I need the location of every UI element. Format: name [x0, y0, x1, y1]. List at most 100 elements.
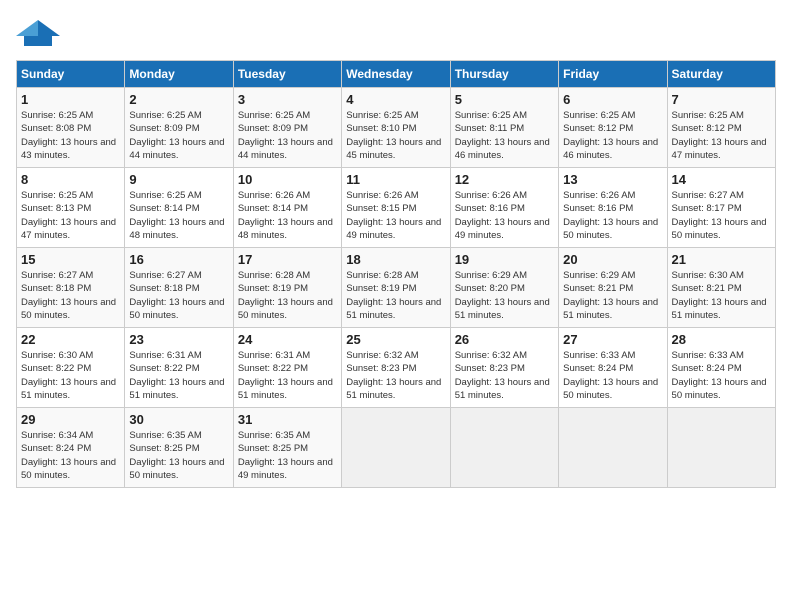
daylight-label: Daylight: 13 hours and 47 minutes. [21, 217, 116, 241]
daylight-label: Daylight: 13 hours and 50 minutes. [129, 457, 224, 481]
header-day-wednesday: Wednesday [342, 61, 450, 88]
sunrise-label: Sunrise: 6:35 AM [129, 430, 201, 441]
daylight-label: Daylight: 13 hours and 49 minutes. [346, 217, 441, 241]
day-info: Sunrise: 6:25 AM Sunset: 8:10 PM Dayligh… [346, 109, 445, 162]
sunset-label: Sunset: 8:19 PM [238, 283, 308, 294]
sunrise-label: Sunrise: 6:25 AM [563, 110, 635, 121]
sunset-label: Sunset: 8:25 PM [238, 443, 308, 454]
day-info: Sunrise: 6:25 AM Sunset: 8:14 PM Dayligh… [129, 189, 228, 242]
daylight-label: Daylight: 13 hours and 51 minutes. [455, 297, 550, 321]
day-number: 1 [21, 92, 120, 107]
day-number: 3 [238, 92, 337, 107]
calendar-cell: 27 Sunrise: 6:33 AM Sunset: 8:24 PM Dayl… [559, 328, 667, 408]
calendar-header: SundayMondayTuesdayWednesdayThursdayFrid… [17, 61, 776, 88]
calendar-cell [667, 408, 775, 488]
sunrise-label: Sunrise: 6:35 AM [238, 430, 310, 441]
calendar-cell: 18 Sunrise: 6:28 AM Sunset: 8:19 PM Dayl… [342, 248, 450, 328]
calendar-week-row: 15 Sunrise: 6:27 AM Sunset: 8:18 PM Dayl… [17, 248, 776, 328]
logo [16, 16, 64, 52]
sunset-label: Sunset: 8:20 PM [455, 283, 525, 294]
day-info: Sunrise: 6:26 AM Sunset: 8:16 PM Dayligh… [563, 189, 662, 242]
sunset-label: Sunset: 8:17 PM [672, 203, 742, 214]
sunset-label: Sunset: 8:19 PM [346, 283, 416, 294]
day-info: Sunrise: 6:32 AM Sunset: 8:23 PM Dayligh… [455, 349, 554, 402]
day-number: 15 [21, 252, 120, 267]
sunrise-label: Sunrise: 6:25 AM [455, 110, 527, 121]
day-number: 18 [346, 252, 445, 267]
daylight-label: Daylight: 13 hours and 49 minutes. [455, 217, 550, 241]
calendar-week-row: 22 Sunrise: 6:30 AM Sunset: 8:22 PM Dayl… [17, 328, 776, 408]
sunset-label: Sunset: 8:14 PM [238, 203, 308, 214]
sunrise-label: Sunrise: 6:29 AM [455, 270, 527, 281]
sunrise-label: Sunrise: 6:27 AM [21, 270, 93, 281]
sunset-label: Sunset: 8:08 PM [21, 123, 91, 134]
calendar-cell: 20 Sunrise: 6:29 AM Sunset: 8:21 PM Dayl… [559, 248, 667, 328]
sunrise-label: Sunrise: 6:31 AM [129, 350, 201, 361]
day-info: Sunrise: 6:32 AM Sunset: 8:23 PM Dayligh… [346, 349, 445, 402]
calendar-cell: 12 Sunrise: 6:26 AM Sunset: 8:16 PM Dayl… [450, 168, 558, 248]
day-number: 29 [21, 412, 120, 427]
calendar-cell: 28 Sunrise: 6:33 AM Sunset: 8:24 PM Dayl… [667, 328, 775, 408]
sunset-label: Sunset: 8:10 PM [346, 123, 416, 134]
calendar-cell: 24 Sunrise: 6:31 AM Sunset: 8:22 PM Dayl… [233, 328, 341, 408]
sunset-label: Sunset: 8:21 PM [563, 283, 633, 294]
calendar-cell: 2 Sunrise: 6:25 AM Sunset: 8:09 PM Dayli… [125, 88, 233, 168]
sunrise-label: Sunrise: 6:26 AM [563, 190, 635, 201]
sunrise-label: Sunrise: 6:25 AM [21, 190, 93, 201]
day-number: 23 [129, 332, 228, 347]
calendar-cell: 7 Sunrise: 6:25 AM Sunset: 8:12 PM Dayli… [667, 88, 775, 168]
header-row: SundayMondayTuesdayWednesdayThursdayFrid… [17, 61, 776, 88]
header-day-sunday: Sunday [17, 61, 125, 88]
sunset-label: Sunset: 8:21 PM [672, 283, 742, 294]
sunset-label: Sunset: 8:15 PM [346, 203, 416, 214]
day-info: Sunrise: 6:26 AM Sunset: 8:14 PM Dayligh… [238, 189, 337, 242]
calendar-cell: 5 Sunrise: 6:25 AM Sunset: 8:11 PM Dayli… [450, 88, 558, 168]
calendar-cell [450, 408, 558, 488]
day-number: 4 [346, 92, 445, 107]
day-number: 24 [238, 332, 337, 347]
sunset-label: Sunset: 8:09 PM [129, 123, 199, 134]
day-number: 9 [129, 172, 228, 187]
day-info: Sunrise: 6:35 AM Sunset: 8:25 PM Dayligh… [129, 429, 228, 482]
daylight-label: Daylight: 13 hours and 51 minutes. [346, 377, 441, 401]
day-info: Sunrise: 6:25 AM Sunset: 8:09 PM Dayligh… [129, 109, 228, 162]
daylight-label: Daylight: 13 hours and 49 minutes. [238, 457, 333, 481]
day-number: 31 [238, 412, 337, 427]
sunset-label: Sunset: 8:25 PM [129, 443, 199, 454]
calendar-cell: 26 Sunrise: 6:32 AM Sunset: 8:23 PM Dayl… [450, 328, 558, 408]
calendar-cell: 13 Sunrise: 6:26 AM Sunset: 8:16 PM Dayl… [559, 168, 667, 248]
day-number: 28 [672, 332, 771, 347]
sunrise-label: Sunrise: 6:29 AM [563, 270, 635, 281]
daylight-label: Daylight: 13 hours and 51 minutes. [238, 377, 333, 401]
sunrise-label: Sunrise: 6:25 AM [346, 110, 418, 121]
calendar-week-row: 8 Sunrise: 6:25 AM Sunset: 8:13 PM Dayli… [17, 168, 776, 248]
calendar-body: 1 Sunrise: 6:25 AM Sunset: 8:08 PM Dayli… [17, 88, 776, 488]
calendar-cell: 22 Sunrise: 6:30 AM Sunset: 8:22 PM Dayl… [17, 328, 125, 408]
day-info: Sunrise: 6:27 AM Sunset: 8:17 PM Dayligh… [672, 189, 771, 242]
day-number: 20 [563, 252, 662, 267]
sunrise-label: Sunrise: 6:26 AM [346, 190, 418, 201]
calendar-cell: 16 Sunrise: 6:27 AM Sunset: 8:18 PM Dayl… [125, 248, 233, 328]
daylight-label: Daylight: 13 hours and 51 minutes. [129, 377, 224, 401]
header-day-friday: Friday [559, 61, 667, 88]
sunset-label: Sunset: 8:14 PM [129, 203, 199, 214]
day-info: Sunrise: 6:30 AM Sunset: 8:21 PM Dayligh… [672, 269, 771, 322]
daylight-label: Daylight: 13 hours and 46 minutes. [563, 137, 658, 161]
calendar-cell: 29 Sunrise: 6:34 AM Sunset: 8:24 PM Dayl… [17, 408, 125, 488]
day-info: Sunrise: 6:31 AM Sunset: 8:22 PM Dayligh… [129, 349, 228, 402]
sunrise-label: Sunrise: 6:28 AM [238, 270, 310, 281]
sunset-label: Sunset: 8:22 PM [129, 363, 199, 374]
sunrise-label: Sunrise: 6:27 AM [129, 270, 201, 281]
day-number: 6 [563, 92, 662, 107]
calendar-cell: 25 Sunrise: 6:32 AM Sunset: 8:23 PM Dayl… [342, 328, 450, 408]
daylight-label: Daylight: 13 hours and 50 minutes. [672, 377, 767, 401]
daylight-label: Daylight: 13 hours and 47 minutes. [672, 137, 767, 161]
daylight-label: Daylight: 13 hours and 51 minutes. [672, 297, 767, 321]
sunrise-label: Sunrise: 6:27 AM [672, 190, 744, 201]
day-info: Sunrise: 6:35 AM Sunset: 8:25 PM Dayligh… [238, 429, 337, 482]
page-header [16, 16, 776, 52]
sunrise-label: Sunrise: 6:30 AM [672, 270, 744, 281]
sunrise-label: Sunrise: 6:26 AM [455, 190, 527, 201]
day-info: Sunrise: 6:30 AM Sunset: 8:22 PM Dayligh… [21, 349, 120, 402]
day-number: 21 [672, 252, 771, 267]
